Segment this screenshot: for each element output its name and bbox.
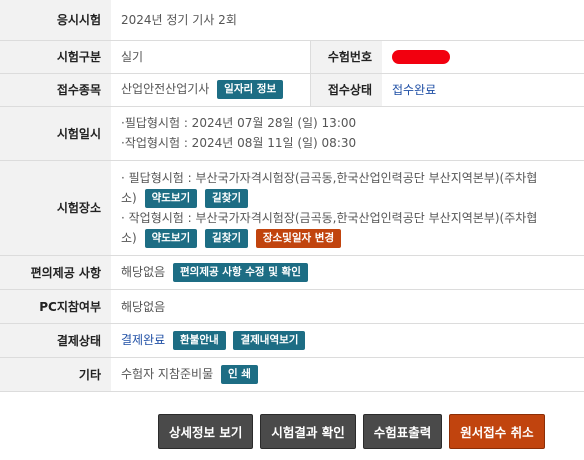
exam-value: 2024년 정기 기사 2회: [111, 0, 584, 41]
field-value-cell: 산업안전산업기사 일자리 정보: [111, 73, 310, 107]
payment-value: 결제완료: [121, 332, 166, 347]
row-payment: 결제상태 결제완료 환불안내 결제내역보기: [0, 323, 584, 358]
exam-number-value: [382, 40, 584, 74]
pc-label: PC지참여부: [0, 289, 111, 324]
row-type: 시험구분 실기 수험번호: [0, 40, 584, 74]
status-value: 접수완료: [392, 83, 437, 97]
practical-place-suffix: 소): [121, 230, 137, 245]
detail-info-button[interactable]: 상세정보 보기: [158, 414, 254, 449]
exam-label: 응시시험: [0, 0, 111, 41]
row-etc: 기타 수험자 지참준비물 인 쇄: [0, 357, 584, 392]
application-info-table: 응시시험 2024년 정기 기사 2회 시험구분 실기 수험번호 접수종목 산업…: [0, 0, 584, 392]
type-value: 실기: [111, 40, 310, 74]
status-label: 접수상태: [309, 73, 382, 107]
practical-datetime: ·작업형시험 : 2024년 08월 11일 (일) 08:30: [121, 136, 357, 150]
status-value-cell: 접수완료: [382, 73, 584, 107]
change-place-date-button[interactable]: 장소및일자 변경: [255, 228, 342, 248]
datetime-label: 시험일시: [0, 106, 111, 161]
redaction-mark: [392, 49, 450, 64]
place-value-cell: · 필답형시험 : 부산국가자격시험장(금곡동,한국산업인력공단 부산지역본부)…: [111, 160, 584, 256]
place-label: 시험장소: [0, 160, 111, 256]
row-pc: PC지참여부 해당없음: [0, 289, 584, 324]
practical-place-line2: 소) 약도보기 길찾기 장소및일자 변경: [121, 228, 574, 248]
exam-result-button[interactable]: 시험결과 확인: [260, 414, 356, 449]
footer-actions: 상세정보 보기 시험결과 확인 수험표출력 원서접수 취소: [158, 414, 545, 449]
print-button[interactable]: 인 쇄: [220, 364, 258, 384]
practical-place: · 작업형시험 : 부산국가자격시험장(금곡동,한국산업인력공단 부산지역본부)…: [121, 210, 538, 225]
written-place: · 필답형시험 : 부산국가자격시험장(금곡동,한국산업인력공단 부산지역본부)…: [121, 170, 538, 185]
payment-value-cell: 결제완료 환불안내 결제내역보기: [111, 323, 584, 358]
etc-value: 수험자 지참준비물: [121, 366, 214, 381]
written-place-suffix: 소): [121, 190, 137, 205]
convenience-value-cell: 해당없음 편의제공 사항 수정 및 확인: [111, 255, 584, 290]
row-datetime: 시험일시 ·필답형시험 : 2024년 07월 28일 (일) 13:00 ·작…: [0, 106, 584, 161]
print-ticket-button[interactable]: 수험표출력: [362, 414, 443, 449]
convenience-label: 편의제공 사항: [0, 255, 111, 290]
written-datetime: ·필답형시험 : 2024년 07월 28일 (일) 13:00: [121, 116, 357, 130]
practical-map-button[interactable]: 약도보기: [144, 228, 198, 248]
row-exam: 응시시험 2024년 정기 기사 2회: [0, 0, 584, 41]
pc-value: 해당없음: [111, 289, 584, 324]
refund-info-button[interactable]: 환불안내: [173, 330, 226, 350]
written-place-line2: 소) 약도보기 길찾기: [121, 188, 574, 208]
row-field: 접수종목 산업안전산업기사 일자리 정보 접수상태 접수완료: [0, 73, 584, 107]
row-place: 시험장소 · 필답형시험 : 부산국가자격시험장(금곡동,한국산업인력공단 부산…: [0, 160, 584, 256]
practical-route-button[interactable]: 길찾기: [205, 228, 249, 248]
job-info-button[interactable]: 일자리 정보: [217, 80, 284, 99]
written-map-button[interactable]: 약도보기: [144, 188, 198, 208]
row-convenience: 편의제공 사항 해당없음 편의제공 사항 수정 및 확인: [0, 255, 584, 290]
convenience-edit-button[interactable]: 편의제공 사항 수정 및 확인: [173, 262, 308, 282]
etc-value-cell: 수험자 지참준비물 인 쇄: [111, 357, 584, 392]
field-label: 접수종목: [0, 73, 111, 107]
type-label: 시험구분: [0, 40, 111, 74]
etc-label: 기타: [0, 357, 111, 392]
payment-label: 결제상태: [0, 323, 111, 358]
written-route-button[interactable]: 길찾기: [205, 188, 249, 208]
datetime-value-cell: ·필답형시험 : 2024년 07월 28일 (일) 13:00 ·작업형시험 …: [111, 106, 584, 161]
payment-history-button[interactable]: 결제내역보기: [233, 330, 306, 350]
exam-number-label: 수험번호: [309, 40, 382, 74]
convenience-value: 해당없음: [121, 264, 166, 279]
field-value: 산업안전산업기사: [121, 82, 210, 96]
cancel-application-button[interactable]: 원서접수 취소: [449, 414, 545, 449]
